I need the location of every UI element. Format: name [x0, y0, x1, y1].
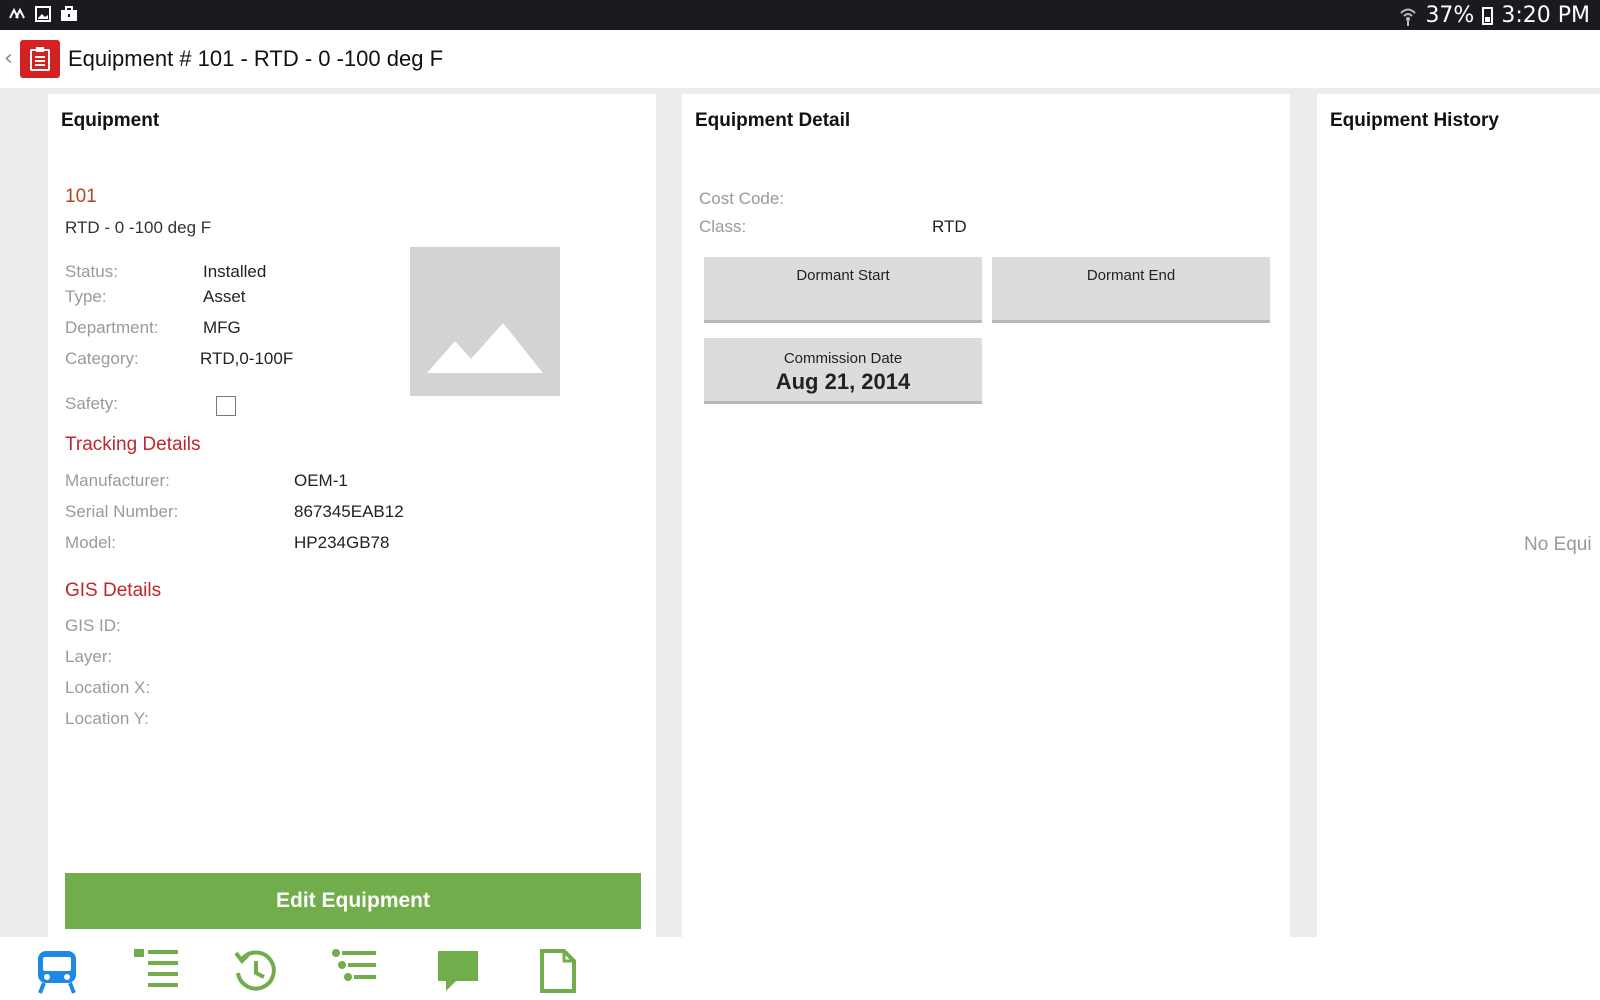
- equipment-icon[interactable]: [36, 949, 78, 995]
- dormant-start-button[interactable]: Dormant Start: [704, 257, 982, 323]
- wifi-icon: [1400, 8, 1417, 26]
- tasks-icon[interactable]: [332, 949, 378, 989]
- manufacturer-value: OEM-1: [294, 471, 348, 490]
- history-icon[interactable]: [234, 949, 278, 993]
- type-value: Asset: [203, 287, 246, 306]
- type-label: Type:: [65, 287, 107, 306]
- dormant-start-label: Dormant Start: [796, 267, 890, 284]
- safety-checkbox[interactable]: [216, 396, 236, 416]
- tracking-details-heading: Tracking Details: [65, 434, 201, 455]
- equipment-history-panel: Equipment History No Equi: [1317, 94, 1600, 937]
- commission-date-value: Aug 21, 2014: [775, 369, 911, 394]
- equipment-detail-heading: Equipment Detail: [695, 110, 851, 131]
- notification-icon: [9, 7, 25, 19]
- model-value: HP234GB78: [294, 533, 390, 552]
- equipment-detail-panel: Equipment Detail Cost Code: Class: RTD D…: [682, 94, 1290, 937]
- serial-number-value: 867345EAB12: [294, 502, 404, 521]
- list-icon[interactable]: [134, 949, 180, 989]
- gis-details-heading: GIS Details: [65, 580, 162, 601]
- battery-icon: [1482, 6, 1494, 25]
- equipment-id: 101: [65, 186, 97, 207]
- briefcase-icon: [61, 6, 77, 21]
- location-x-label: Location X:: [65, 678, 151, 697]
- equipment-panel: Equipment 101 RTD - 0 -100 deg F Status:…: [48, 94, 656, 937]
- location-y-label: Location Y:: [65, 709, 149, 728]
- department-label: Department:: [65, 318, 159, 337]
- battery-percent: 37%: [1425, 3, 1475, 28]
- title-bar: ‹ Equipment # 101 - RTD - 0 -100 deg F: [0, 30, 1600, 88]
- edit-equipment-button[interactable]: Edit Equipment: [65, 873, 641, 929]
- class-value: RTD: [932, 217, 967, 236]
- category-label: Category:: [65, 349, 139, 368]
- clipboard-icon[interactable]: [20, 40, 60, 78]
- model-label: Model:: [65, 533, 117, 552]
- dormant-end-button[interactable]: Dormant End: [992, 257, 1270, 323]
- commission-date-label: Commission Date: [783, 350, 903, 367]
- manufacturer-label: Manufacturer:: [65, 471, 170, 490]
- history-empty-message: No Equi: [1524, 534, 1592, 555]
- document-icon[interactable]: [540, 949, 576, 993]
- layer-label: Layer:: [65, 647, 113, 666]
- status-right: 37% 3:20 PM: [1399, 3, 1590, 28]
- safety-label: Safety:: [65, 394, 118, 413]
- status-icons: [8, 6, 78, 22]
- bottom-nav: [0, 937, 1600, 1000]
- equipment-heading: Equipment: [61, 110, 160, 131]
- equipment-image-placeholder[interactable]: [410, 247, 560, 396]
- gallery-icon: [35, 6, 51, 22]
- equipment-description: RTD - 0 -100 deg F: [65, 218, 212, 237]
- image-placeholder-icon: [427, 323, 543, 373]
- dormant-end-label: Dormant End: [1086, 267, 1176, 284]
- cost-code-label: Cost Code:: [699, 189, 785, 208]
- comments-icon[interactable]: [436, 949, 480, 993]
- clock: 3:20 PM: [1501, 3, 1590, 28]
- status-label: Status:: [65, 262, 118, 281]
- status-value: Installed: [203, 262, 267, 281]
- serial-number-label: Serial Number:: [65, 502, 179, 521]
- category-value: RTD,0-100F: [200, 349, 294, 368]
- class-label: Class:: [699, 217, 747, 236]
- back-chevron-icon[interactable]: ‹: [4, 46, 13, 71]
- equipment-history-heading: Equipment History: [1330, 110, 1499, 131]
- gis-id-label: GIS ID:: [65, 616, 121, 635]
- department-value: MFG: [203, 318, 241, 337]
- page-title: Equipment # 101 - RTD - 0 -100 deg F: [68, 46, 444, 71]
- commission-date-button[interactable]: Commission Date Aug 21, 2014: [704, 338, 982, 404]
- status-bar: 37% 3:20 PM: [0, 0, 1600, 30]
